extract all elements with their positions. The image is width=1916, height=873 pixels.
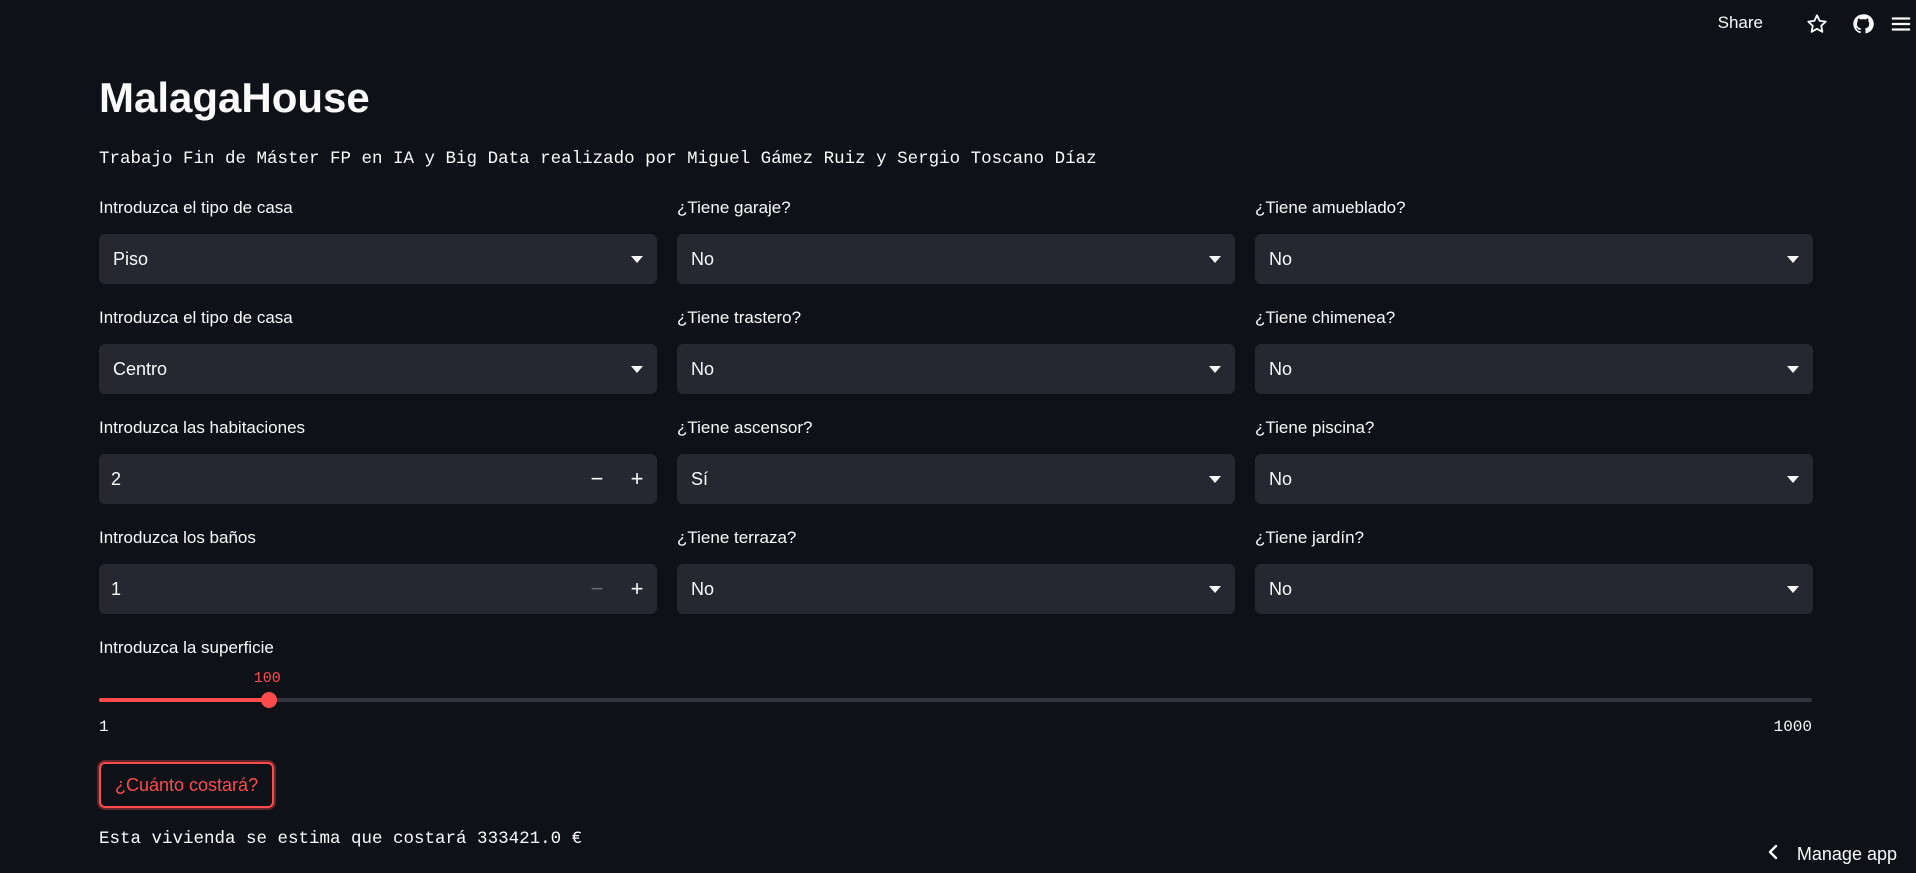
tipo-casa-value: Piso (113, 248, 149, 269)
piscina-select[interactable]: No (1255, 454, 1813, 504)
chimenea-label: ¿Tiene chimenea? (1255, 308, 1396, 327)
superficie-slider-thumb[interactable] (260, 692, 277, 708)
manage-app-button[interactable]: Manage app (1767, 844, 1897, 865)
tipo-casa-label: Introduzca el tipo de casa (99, 198, 293, 217)
terraza-label: ¿Tiene terraza? (677, 528, 797, 547)
garaje-label: ¿Tiene garaje? (677, 198, 791, 217)
chevron-down-icon (1209, 585, 1221, 593)
ascensor-value: Sí (691, 468, 709, 489)
ascensor-label: ¿Tiene ascensor? (677, 418, 813, 437)
minus-icon[interactable]: − (577, 564, 617, 614)
github-icon[interactable] (1850, 11, 1876, 37)
tipo-casa-select[interactable]: Piso (99, 234, 657, 284)
page-subtitle: Trabajo Fin de Máster FP en IA y Big Dat… (99, 149, 1097, 169)
superficie-slider[interactable] (99, 692, 1812, 708)
superficie-min-label: 1 (99, 718, 109, 736)
jardin-label: ¿Tiene jardín? (1255, 528, 1364, 547)
chevron-down-icon (1787, 255, 1799, 263)
superficie-label: Introduzca la superficie (99, 638, 274, 657)
chevron-down-icon (1787, 585, 1799, 593)
banos-stepper[interactable]: 1 − + (99, 564, 657, 614)
habitaciones-stepper[interactable]: 2 − + (99, 454, 657, 504)
chevron-down-icon (631, 365, 643, 373)
trastero-select[interactable]: No (677, 344, 1235, 394)
chevron-down-icon (1787, 475, 1799, 483)
result-text: Esta vivienda se estima que costará 3334… (99, 829, 583, 849)
chevron-down-icon (1787, 365, 1799, 373)
chevron-down-icon (1209, 255, 1221, 263)
habitaciones-value[interactable]: 2 (111, 469, 577, 490)
habitaciones-label: Introduzca las habitaciones (99, 418, 306, 437)
estimate-button[interactable]: ¿Cuánto costará? (99, 762, 275, 808)
terraza-value: No (691, 578, 715, 599)
zona-label: Introduzca el tipo de casa (99, 308, 293, 327)
chevron-down-icon (1209, 475, 1221, 483)
trastero-value: No (691, 358, 715, 379)
banos-value[interactable]: 1 (111, 579, 577, 600)
page-title: MalagaHouse (99, 74, 370, 121)
amueblado-select[interactable]: No (1255, 234, 1813, 284)
amueblado-label: ¿Tiene amueblado? (1255, 198, 1406, 217)
superficie-current-value: 100 (253, 670, 281, 687)
terraza-select[interactable]: No (677, 564, 1235, 614)
plus-icon[interactable]: + (617, 454, 657, 504)
minus-icon[interactable]: − (577, 454, 617, 504)
banos-label: Introduzca los baños (99, 528, 256, 547)
superficie-slider-fill (99, 698, 269, 702)
amueblado-value: No (1269, 248, 1293, 269)
garaje-select[interactable]: No (677, 234, 1235, 284)
superficie-max-label: 1000 (1773, 718, 1812, 736)
menu-icon[interactable] (1888, 11, 1914, 37)
jardin-value: No (1269, 578, 1293, 599)
ascensor-select[interactable]: Sí (677, 454, 1235, 504)
chevron-down-icon (631, 255, 643, 263)
chimenea-value: No (1269, 358, 1293, 379)
piscina-label: ¿Tiene piscina? (1255, 418, 1375, 437)
zona-select[interactable]: Centro (99, 344, 657, 394)
zona-value: Centro (113, 358, 168, 379)
chimenea-select[interactable]: No (1255, 344, 1813, 394)
chevron-left-icon (1767, 844, 1779, 865)
manage-app-label: Manage app (1796, 844, 1897, 864)
plus-icon[interactable]: + (617, 564, 657, 614)
chevron-down-icon (1209, 365, 1221, 373)
piscina-value: No (1269, 468, 1293, 489)
garaje-value: No (691, 248, 715, 269)
jardin-select[interactable]: No (1255, 564, 1813, 614)
star-icon[interactable] (1804, 11, 1830, 37)
share-button[interactable]: Share (1718, 13, 1763, 33)
trastero-label: ¿Tiene trastero? (677, 308, 802, 327)
